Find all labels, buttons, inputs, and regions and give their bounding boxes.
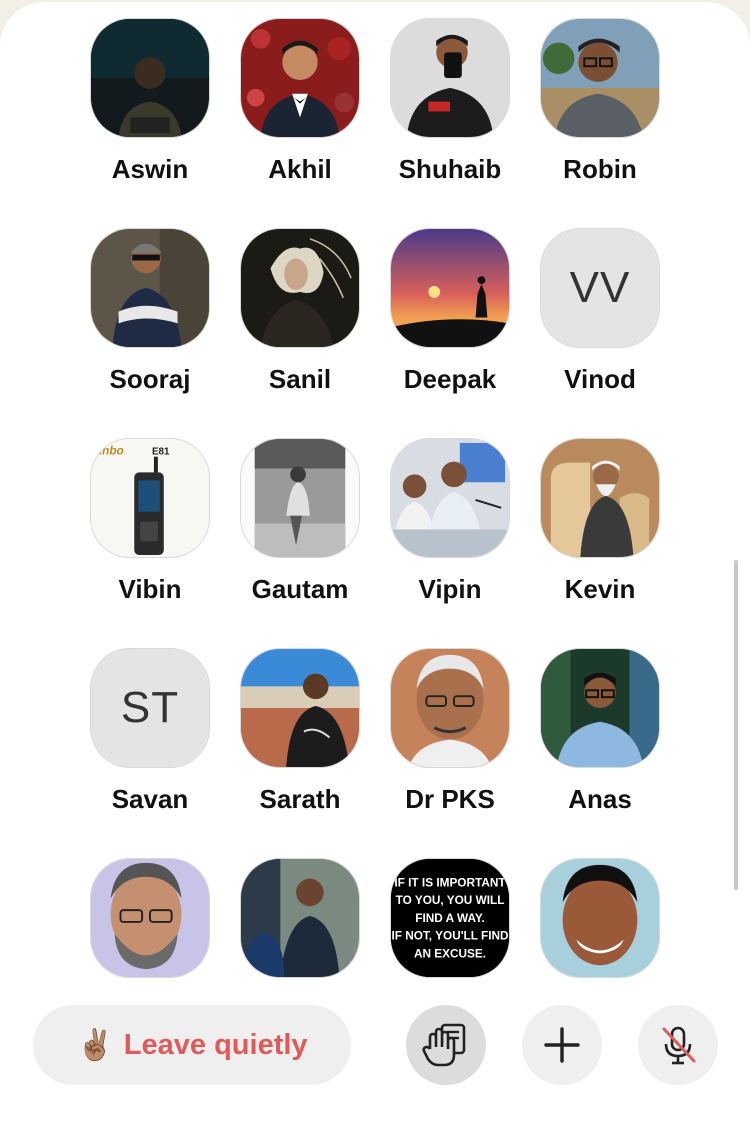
speaker-tile[interactable]: Dr PKS: [375, 648, 525, 838]
speaker-name: Anas: [568, 784, 632, 814]
peace-hand-icon: ✌🏽: [76, 1028, 114, 1062]
speaker-tile[interactable]: VV Vinod: [525, 228, 675, 418]
speaker-avatar: [390, 228, 510, 348]
avatar-photo: [91, 229, 209, 347]
speaker-name: Shuhaib: [398, 154, 502, 184]
speaker-name: Vipin: [418, 574, 482, 604]
avatar-initials: ST: [91, 649, 209, 767]
avatar-photo: [241, 859, 359, 977]
speaker-name: Kevin: [564, 574, 636, 604]
raise-hand-icon: [422, 1023, 466, 1067]
speakers-sheet: Aswin Akhil Shuhaib Robin Sooraj Sanil D…: [0, 2, 750, 1124]
speaker-name: Aswin: [111, 154, 189, 184]
speaker-avatar: [390, 18, 510, 138]
avatar-photo: IF IT IS IMPORTANT TO YOU, YOU WILL FIND…: [391, 859, 509, 977]
leave-quietly-button[interactable]: ✌🏽 Leave quietly: [33, 1005, 351, 1085]
speaker-avatar: [90, 858, 210, 978]
speaker-avatar: [240, 858, 360, 978]
speaker-avatar: [240, 648, 360, 768]
speaker-name: Savan: [111, 784, 189, 814]
speaker-avatar: [540, 648, 660, 768]
quote-line: TO YOU, YOU WILL: [396, 893, 505, 907]
speaker-name: Sarath: [259, 784, 341, 814]
speaker-tile[interactable]: Akhil: [225, 18, 375, 208]
speaker-tile[interactable]: Vipin: [375, 438, 525, 628]
speaker-tile[interactable]: ST Savan: [75, 648, 225, 838]
speaker-name: Vibin: [118, 574, 182, 604]
speaker-tile[interactable]: Sanil: [225, 228, 375, 418]
avatar-photo: [241, 649, 359, 767]
avatar-photo: [391, 19, 509, 137]
avatar-photo: [241, 19, 359, 137]
avatar-photo: [541, 439, 659, 557]
speaker-avatar: VV: [540, 228, 660, 348]
speaker-tile[interactable]: Aswin: [75, 18, 225, 208]
speaker-tile[interactable]: Anas: [525, 648, 675, 838]
speaker-tile[interactable]: unbo E81 Vibin: [75, 438, 225, 628]
speaker-name: Robin: [563, 154, 637, 184]
raise-hand-button[interactable]: [406, 1005, 486, 1085]
muted-mic-icon: [662, 1026, 696, 1065]
speaker-tile[interactable]: Sarath: [225, 648, 375, 838]
speaker-avatar: [240, 438, 360, 558]
speaker-name: Vinod: [564, 364, 636, 394]
avatar-photo: [241, 229, 359, 347]
speaker-name: Gautam: [251, 574, 349, 604]
phone-model-text: E81: [152, 447, 170, 458]
speaker-name: Akhil: [268, 154, 332, 184]
speaker-avatar: [540, 438, 660, 558]
speaker-name: Dr PKS: [405, 784, 495, 814]
quote-line: FIND A WAY.: [415, 911, 484, 925]
speaker-avatar: [240, 18, 360, 138]
speaker-name: Sanil: [268, 364, 332, 394]
avatar-photo: [541, 19, 659, 137]
avatar-photo: [91, 859, 209, 977]
avatar-photo: [541, 859, 659, 977]
scrollbar[interactable]: [734, 560, 738, 890]
speaker-tile[interactable]: Shuhaib: [375, 18, 525, 208]
leave-quietly-label: Leave quietly: [123, 1028, 308, 1061]
speaker-avatar: ST: [90, 648, 210, 768]
speaker-tile[interactable]: Gautam: [225, 438, 375, 628]
speaker-avatar: [540, 18, 660, 138]
speaker-avatar: [540, 858, 660, 978]
speaker-avatar: [390, 438, 510, 558]
avatar-photo: [391, 649, 509, 767]
avatar-initials: VV: [541, 229, 659, 347]
avatar-photo: [241, 439, 359, 557]
avatar-photo: [391, 439, 509, 557]
quote-line: AN EXCUSE.: [414, 946, 486, 960]
quote-line: IF NOT, YOU'LL FIND: [391, 929, 509, 943]
speaker-avatar: [390, 648, 510, 768]
add-button[interactable]: [522, 1005, 602, 1085]
speaker-name: Deepak: [403, 364, 497, 394]
avatar-photo: [391, 229, 509, 347]
speaker-tile[interactable]: Robin: [525, 18, 675, 208]
speaker-avatar: unbo E81: [90, 438, 210, 558]
quote-line: IF IT IS IMPORTANT: [394, 876, 506, 890]
avatar-photo: [91, 19, 209, 137]
mute-button[interactable]: [638, 1005, 718, 1085]
avatar-photo: unbo E81: [91, 439, 209, 557]
speaker-tile[interactable]: Sooraj: [75, 228, 225, 418]
speaker-avatar: [90, 228, 210, 348]
avatar-photo: [541, 649, 659, 767]
phone-brand-text: unbo: [95, 444, 124, 458]
speaker-tile[interactable]: Deepak: [375, 228, 525, 418]
speaker-avatar: [90, 18, 210, 138]
plus-icon: [544, 1027, 580, 1063]
speaker-tile[interactable]: Kevin: [525, 438, 675, 628]
speaker-name: Sooraj: [109, 364, 191, 394]
speaker-avatar: IF IT IS IMPORTANT TO YOU, YOU WILL FIND…: [390, 858, 510, 978]
speaker-avatar: [240, 228, 360, 348]
